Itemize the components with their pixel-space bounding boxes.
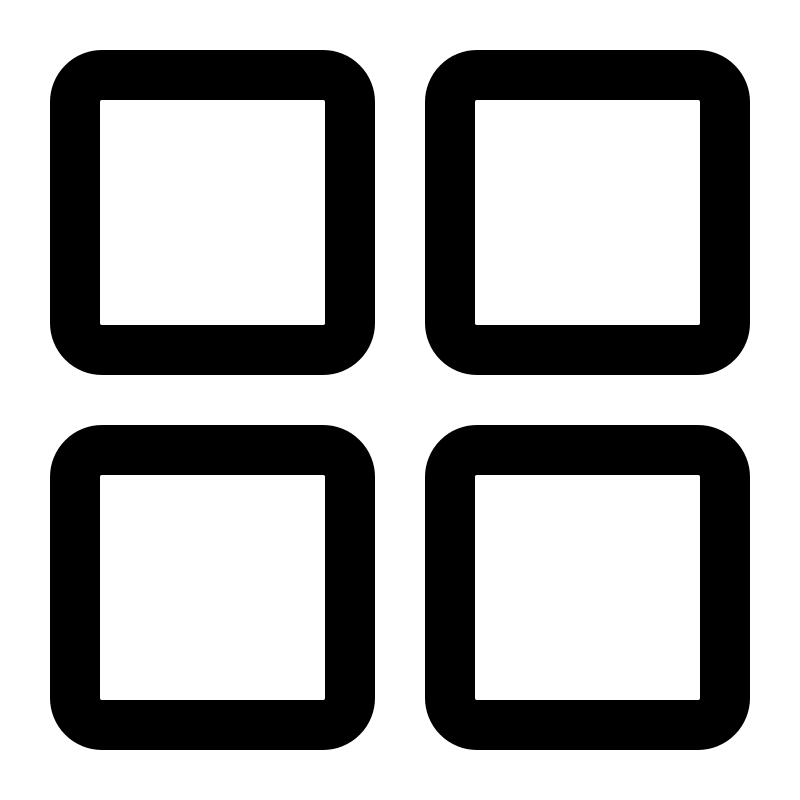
grid-cell-top-left: [50, 50, 375, 375]
grid-icon: [50, 50, 750, 750]
grid-cell-top-right: [425, 50, 750, 375]
grid-cell-bottom-right: [425, 425, 750, 750]
grid-cell-bottom-left: [50, 425, 375, 750]
icon-canvas: [0, 0, 800, 800]
